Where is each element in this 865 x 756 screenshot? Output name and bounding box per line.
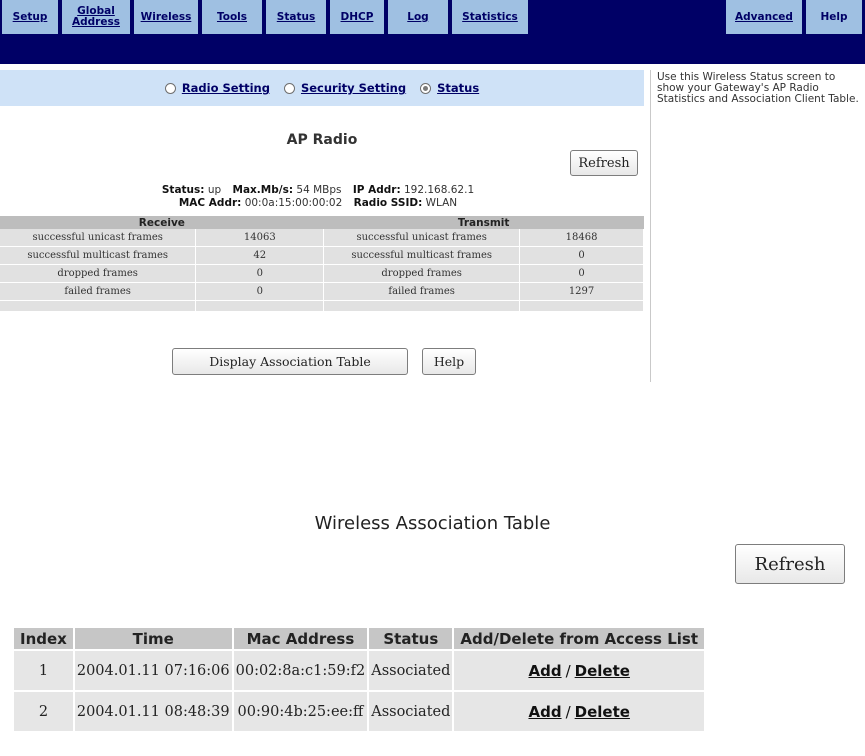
ap-radio-title: AP Radio (286, 132, 358, 148)
help-text: Use this Wireless Status screen to show … (657, 71, 859, 105)
time-cell: 2004.01.11 07:16:06 (74, 651, 232, 690)
status-option[interactable]: Status (420, 81, 479, 95)
transmit-header: Transmit (323, 216, 644, 229)
tx-label: failed frames (323, 282, 521, 301)
table-row: successful unicast frames 14063 successf… (0, 229, 644, 247)
time-cell: 2004.01.11 08:48:39 (74, 692, 232, 731)
radio-ssid-key: Radio SSID: (353, 197, 423, 209)
tx-label: dropped frames (323, 264, 521, 283)
rx-value: 14063 (195, 229, 325, 247)
tx-label: successful multicast frames (323, 246, 521, 265)
nav-statistics[interactable]: Statistics (452, 0, 528, 34)
link-separator: / (565, 661, 571, 680)
receive-header: Receive (0, 216, 324, 229)
status-cell: Associated (369, 651, 453, 690)
status-cell: Associated (369, 692, 453, 731)
spacer-cell (323, 300, 521, 312)
ip-address-key: IP Addr: (352, 184, 401, 196)
refresh-button[interactable]: Refresh (570, 150, 638, 176)
help-sidebar: Use this Wireless Status screen to show … (650, 70, 862, 382)
radio-ssid-value: WLAN (425, 197, 458, 209)
spacer-cell (519, 300, 644, 312)
rx-label: successful multicast frames (0, 246, 197, 265)
wireless-mode-selector: Radio Setting Security Setting Status (0, 70, 644, 106)
header-index: Index (14, 628, 73, 649)
association-table: Index Time Mac Address Status Add/Delete… (12, 626, 706, 733)
header-access-list: Add/Delete from Access List (454, 628, 704, 649)
delete-link[interactable]: Delete (575, 703, 630, 721)
nav-log[interactable]: Log (388, 0, 448, 34)
header-mac-address: Mac Address (233, 628, 368, 649)
security-setting-label[interactable]: Security Setting (301, 81, 406, 95)
status-radio[interactable] (420, 82, 432, 94)
table-row: failed frames 0 failed frames 1297 (0, 282, 644, 301)
status-line-2: MAC Addr: 00:0a:15:00:00:02 Radio SSID: … (0, 197, 644, 209)
rx-label: failed frames (0, 282, 197, 301)
rx-label: dropped frames (0, 264, 197, 283)
tx-value: 0 (519, 264, 644, 283)
add-link[interactable]: Add (528, 662, 561, 680)
table-spacer-row (0, 300, 644, 312)
header-time: Time (74, 628, 232, 649)
security-setting-radio[interactable] (283, 82, 295, 94)
access-list-cell: Add / Delete (454, 651, 704, 690)
radio-setting-option[interactable]: Radio Setting (164, 81, 270, 95)
rx-value: 42 (195, 246, 325, 265)
table-row: 1 2004.01.11 07:16:06 00:02:8a:c1:59:f2 … (14, 651, 704, 690)
index-cell: 2 (14, 692, 73, 731)
status-key: Status: (161, 184, 205, 196)
spacer-cell (195, 300, 325, 312)
mac-address-key: MAC Addr: (178, 197, 242, 209)
table-row: successful multicast frames 42 successfu… (0, 246, 644, 265)
radio-setting-label[interactable]: Radio Setting (182, 81, 270, 95)
nav-global-address[interactable]: Global Address (62, 0, 130, 34)
help-button[interactable]: Help (422, 348, 476, 375)
nav-tools[interactable]: Tools (202, 0, 262, 34)
tx-label: successful unicast frames (323, 229, 521, 247)
index-cell: 1 (14, 651, 73, 690)
spacer-cell (0, 300, 197, 312)
nav-dhcp[interactable]: DHCP (330, 0, 384, 34)
access-list-cell: Add / Delete (454, 692, 704, 731)
radio-statistics-table: Receive Transmit successful unicast fram… (0, 216, 644, 312)
nav-setup[interactable]: Setup (2, 0, 58, 34)
tx-value: 1297 (519, 282, 644, 301)
nav-global-address-line2: Address (72, 16, 120, 28)
security-setting-option[interactable]: Security Setting (283, 81, 406, 95)
rx-value: 0 (195, 282, 325, 301)
nav-advanced[interactable]: Advanced (726, 0, 802, 34)
rx-label: successful unicast frames (0, 229, 197, 247)
nav-wireless[interactable]: Wireless (134, 0, 198, 34)
rx-value: 0 (195, 264, 325, 283)
mac-address-value: 00:0a:15:00:00:02 (244, 197, 343, 209)
status-label[interactable]: Status (437, 81, 479, 95)
max-rate-key: Max.Mb/s: (232, 184, 294, 196)
top-navigation-bar: Setup Global Address Wireless Tools Stat… (0, 0, 865, 64)
association-refresh-button[interactable]: Refresh (735, 544, 845, 584)
status-value: up (207, 184, 222, 196)
table-row: 2 2004.01.11 08:48:39 00:90:4b:25:ee:ff … (14, 692, 704, 731)
display-association-table-button[interactable]: Display Association Table (172, 348, 408, 375)
mac-cell: 00:02:8a:c1:59:f2 (233, 651, 368, 690)
link-separator: / (565, 702, 571, 721)
tx-value: 0 (519, 246, 644, 265)
mac-cell: 00:90:4b:25:ee:ff (233, 692, 368, 731)
add-link[interactable]: Add (528, 703, 561, 721)
nav-help[interactable]: Help (806, 0, 862, 34)
status-line-1: Status: up Max.Mb/s: 54 MBps IP Addr: 19… (0, 184, 644, 196)
table-row: dropped frames 0 dropped frames 0 (0, 264, 644, 283)
delete-link[interactable]: Delete (575, 662, 630, 680)
association-table-title: Wireless Association Table (314, 513, 551, 534)
radio-setting-radio[interactable] (164, 82, 176, 94)
tx-value: 18468 (519, 229, 644, 247)
ip-address-value: 192.168.62.1 (403, 184, 475, 196)
nav-status[interactable]: Status (266, 0, 326, 34)
max-rate-value: 54 MBps (296, 184, 342, 196)
wireless-status-panel: Radio Setting Security Setting Status AP… (0, 70, 644, 382)
header-status: Status (369, 628, 453, 649)
